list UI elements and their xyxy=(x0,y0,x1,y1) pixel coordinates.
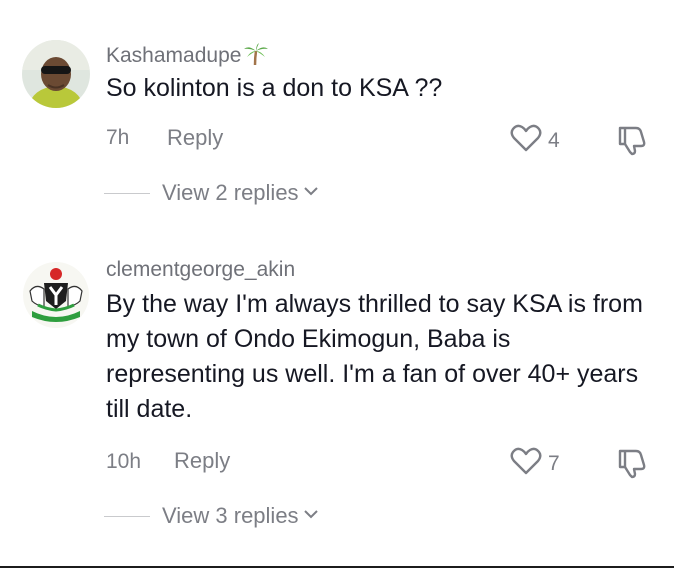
like-count: 7 xyxy=(548,451,560,475)
chevron-down-icon xyxy=(303,507,319,525)
chevron-down-icon xyxy=(303,184,319,202)
like-button[interactable]: 7 xyxy=(510,447,560,480)
view-replies-label: View 2 replies xyxy=(162,180,299,205)
thumbs-down-icon xyxy=(618,449,646,479)
dislike-button[interactable] xyxy=(614,447,648,484)
thumbs-down-icon xyxy=(618,126,646,156)
reply-button[interactable]: Reply xyxy=(174,448,230,474)
avatar[interactable] xyxy=(22,261,90,329)
heart-icon xyxy=(510,447,542,480)
comment-time: 10h xyxy=(106,450,142,473)
like-count: 4 xyxy=(548,128,560,152)
view-replies-label: View 3 replies xyxy=(162,503,299,528)
view-replies-button[interactable]: View 3 replies xyxy=(104,503,319,529)
username[interactable]: Kashamadupe xyxy=(106,43,269,71)
avatar[interactable] xyxy=(22,40,90,108)
divider xyxy=(104,192,150,194)
username[interactable]: clementgeorge_akin xyxy=(106,258,295,282)
comment-text: So kolinton is a don to KSA ?? xyxy=(106,74,443,102)
divider xyxy=(104,515,150,517)
reply-button[interactable]: Reply xyxy=(167,125,223,151)
heart-icon xyxy=(510,124,542,157)
comment-time: 7h xyxy=(106,126,130,149)
bottom-divider xyxy=(0,566,674,568)
comment-text: By the way I'm always thrilled to say KS… xyxy=(106,290,643,423)
dislike-button[interactable] xyxy=(614,124,648,161)
palm-tree-icon xyxy=(243,43,269,71)
view-replies-button[interactable]: View 2 replies xyxy=(104,180,319,206)
like-button[interactable]: 4 xyxy=(510,124,560,157)
